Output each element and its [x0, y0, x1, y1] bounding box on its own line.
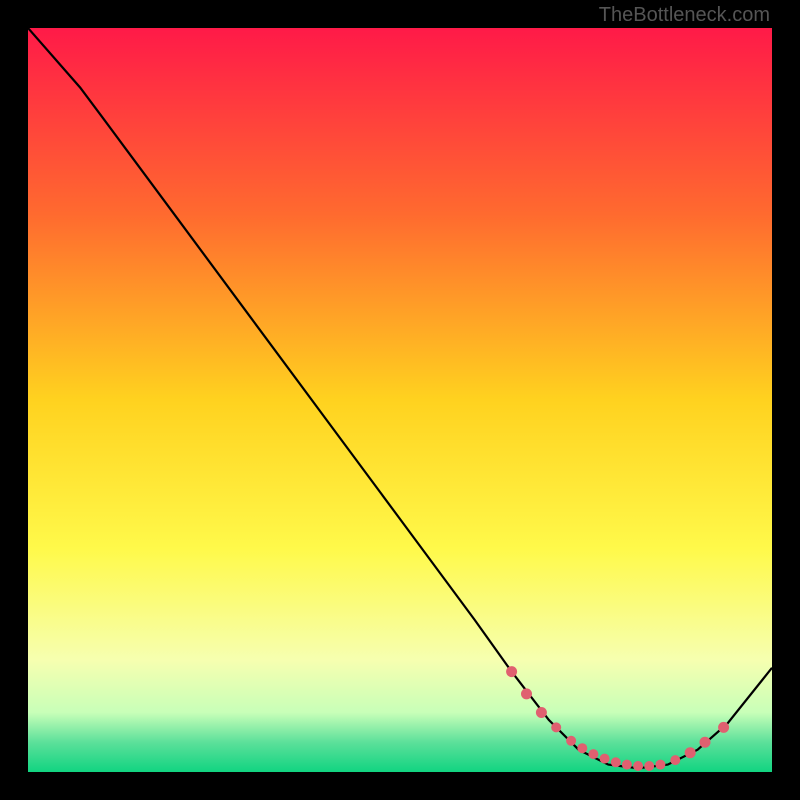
marker-dot — [633, 761, 643, 771]
marker-dot — [670, 755, 680, 765]
marker-dot — [655, 760, 665, 770]
marker-dot — [566, 736, 576, 746]
marker-dot — [536, 707, 547, 718]
marker-dot — [644, 761, 654, 771]
marker-dot — [551, 722, 561, 732]
chart-svg — [28, 28, 772, 772]
marker-dot — [611, 757, 621, 767]
marker-dot — [521, 688, 532, 699]
watermark-text: TheBottleneck.com — [599, 4, 770, 27]
marker-dot — [700, 737, 711, 748]
marker-dot — [685, 747, 696, 758]
marker-dot — [718, 722, 729, 733]
marker-dot — [588, 749, 598, 759]
marker-dot — [622, 760, 632, 770]
marker-dot — [506, 666, 517, 677]
chart-background — [28, 28, 772, 772]
marker-dot — [577, 743, 587, 753]
marker-dot — [600, 754, 610, 764]
chart-container — [28, 28, 772, 772]
